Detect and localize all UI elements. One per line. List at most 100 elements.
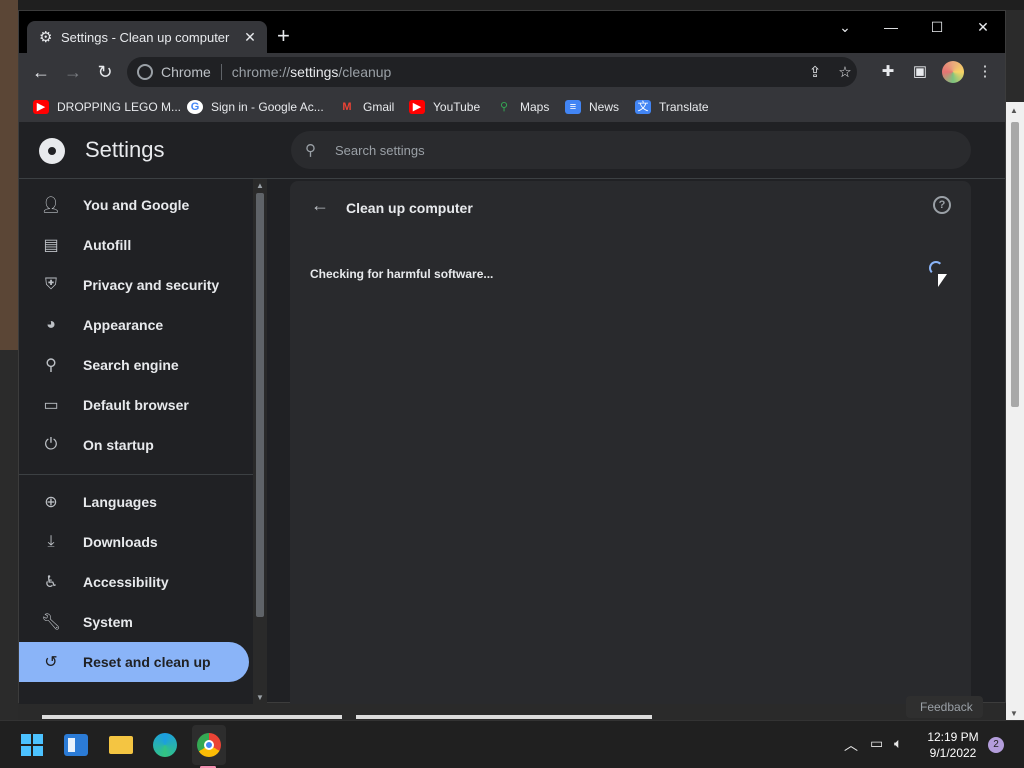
accessibility-icon: ♿︎ bbox=[43, 574, 59, 591]
url-host: settings bbox=[290, 64, 339, 80]
youtube-icon: ▶ bbox=[33, 100, 49, 114]
search-icon: ⚲ bbox=[305, 142, 316, 159]
forward-button[interactable]: → bbox=[61, 60, 85, 84]
scrollbar-thumb[interactable] bbox=[1011, 122, 1019, 407]
scroll-down-arrow-icon[interactable]: ▼ bbox=[1010, 709, 1018, 718]
globe-icon: ⊕ bbox=[44, 494, 58, 511]
search-icon: ⚲ bbox=[45, 357, 57, 374]
wrench-icon: 🔧︎ bbox=[40, 614, 62, 631]
extensions-puzzle-icon[interactable]: ✚ bbox=[878, 62, 898, 80]
minimize-button[interactable]: — bbox=[869, 15, 913, 39]
taskbar: ︿ ▭ 🔈︎ 12:19 PM 9/1/2022 2 bbox=[0, 720, 1024, 768]
bookmark-news[interactable]: ≡ News bbox=[565, 97, 619, 117]
power-icon: ⏻ bbox=[44, 436, 58, 453]
sidebar-item-label: Default browser bbox=[83, 397, 189, 413]
url-text[interactable]: chrome://settings/cleanup bbox=[232, 64, 392, 80]
sidebar-item-downloads[interactable]: ⤓ Downloads bbox=[19, 522, 249, 562]
edge-button[interactable] bbox=[151, 731, 179, 759]
url-path: /cleanup bbox=[338, 64, 392, 80]
bookmark-label: YouTube bbox=[433, 100, 481, 114]
scroll-down-arrow-icon[interactable]: ▼ bbox=[256, 693, 264, 702]
scroll-up-arrow-icon[interactable]: ▲ bbox=[1010, 106, 1018, 115]
sidebar-item-default-browser[interactable]: ▭ Default browser bbox=[19, 385, 249, 425]
bookmark-star-icon[interactable]: ☆ bbox=[835, 63, 855, 81]
sidebar-item-search-engine[interactable]: ⚲ Search engine bbox=[19, 345, 249, 385]
sidebar-item-label: Autofill bbox=[83, 237, 132, 253]
bookmark-label: Sign in - Google Ac... bbox=[211, 100, 324, 114]
sidebar-item-reset-and-clean-up[interactable]: ↺ Reset and clean up bbox=[19, 642, 249, 682]
back-button[interactable]: ← bbox=[29, 60, 53, 84]
translate-icon: 文 bbox=[635, 100, 651, 114]
settings-sidebar: 👤︎ You and Google ▤ Autofill ⛨ Privacy a… bbox=[19, 179, 253, 704]
tab-settings[interactable]: ⚙ Settings - Clean up computer ✕ bbox=[27, 21, 267, 53]
start-button[interactable] bbox=[18, 731, 46, 759]
sidebar-item-label: Reset and clean up bbox=[83, 654, 211, 670]
sidebar-scrollbar[interactable]: ▲ ▼ bbox=[253, 179, 267, 704]
address-bar[interactable]: Chrome chrome://settings/cleanup ⇪ ☆ bbox=[127, 57, 857, 87]
background-window-scrollbar[interactable]: ▲ ▼ bbox=[1006, 102, 1024, 720]
bookmark-youtube[interactable]: ▶ YouTube bbox=[409, 97, 480, 117]
close-window-button[interactable]: ✕ bbox=[961, 15, 1005, 39]
bookmark-translate[interactable]: 文 Translate bbox=[635, 97, 709, 117]
sidebar-item-label: You and Google bbox=[83, 197, 190, 213]
bookmark-google-signin[interactable]: G Sign in - Google Ac... bbox=[187, 97, 324, 117]
feedback-button[interactable]: Feedback bbox=[906, 696, 983, 718]
background-wallpaper bbox=[0, 0, 18, 350]
menu-kebab-icon[interactable]: ⋮ bbox=[975, 62, 995, 80]
network-icon[interactable]: ▭ bbox=[870, 735, 883, 752]
profile-avatar[interactable] bbox=[942, 61, 964, 83]
download-icon: ⤓ bbox=[47, 533, 55, 550]
help-icon[interactable]: ? bbox=[933, 196, 951, 214]
section-title: Clean up computer bbox=[346, 200, 473, 216]
chrome-window: ⚙ Settings - Clean up computer ✕ + ⌄ — ☐… bbox=[18, 10, 1006, 704]
sidebar-item-label: Search engine bbox=[83, 357, 179, 373]
sidebar-item-accessibility[interactable]: ♿︎ Accessibility bbox=[19, 562, 249, 602]
sidebar-item-autofill[interactable]: ▤ Autofill bbox=[19, 225, 249, 265]
bookmark-gmail[interactable]: M Gmail bbox=[339, 97, 394, 117]
system-clock[interactable]: 12:19 PM 9/1/2022 bbox=[922, 729, 984, 761]
sidebar-item-languages[interactable]: ⊕ Languages bbox=[19, 482, 249, 522]
bookmark-dropping-lego[interactable]: ▶ DROPPING LEGO M... bbox=[33, 97, 181, 117]
back-arrow-button[interactable]: ← bbox=[308, 195, 332, 216]
cleanup-card: ← Clean up computer ? Checking for harmf… bbox=[290, 181, 971, 704]
bookmark-maps[interactable]: ⚲ Maps bbox=[496, 97, 549, 117]
chrome-icon bbox=[197, 733, 221, 757]
tab-title: Settings - Clean up computer bbox=[61, 29, 230, 45]
widgets-icon bbox=[64, 734, 88, 756]
clock-date: 9/1/2022 bbox=[929, 746, 977, 760]
share-icon[interactable]: ⇪ bbox=[805, 63, 825, 81]
volume-icon[interactable]: 🔈︎ bbox=[894, 735, 902, 752]
sidebar-divider bbox=[19, 474, 253, 475]
widgets-button[interactable] bbox=[62, 731, 90, 759]
sidebar-item-appearance[interactable]: ◕ Appearance bbox=[19, 305, 249, 345]
chrome-logo-icon bbox=[39, 138, 65, 164]
reload-button[interactable]: ↻ bbox=[93, 60, 117, 84]
side-panel-icon[interactable]: ▣ bbox=[910, 62, 930, 80]
sidebar-item-you-and-google[interactable]: 👤︎ You and Google bbox=[19, 185, 249, 225]
file-explorer-button[interactable] bbox=[107, 731, 135, 759]
url-scheme: chrome:// bbox=[231, 64, 291, 80]
sidebar-item-system[interactable]: 🔧︎ System bbox=[19, 602, 249, 642]
background-bar bbox=[42, 715, 342, 719]
sidebar-item-privacy[interactable]: ⛨ Privacy and security bbox=[19, 265, 249, 305]
loading-spinner-icon bbox=[929, 261, 943, 275]
scroll-up-arrow-icon[interactable]: ▲ bbox=[256, 181, 264, 190]
background-top bbox=[0, 0, 1024, 10]
bookmark-label: Translate bbox=[659, 100, 709, 114]
gear-icon: ⚙ bbox=[39, 29, 53, 46]
bookmark-label: DROPPING LEGO M... bbox=[57, 100, 182, 114]
chevron-up-icon[interactable]: ︿ bbox=[844, 735, 858, 755]
sidebar-item-on-startup[interactable]: ⏻ On startup bbox=[19, 425, 249, 465]
sidebar-item-label: Accessibility bbox=[83, 574, 169, 590]
gmail-icon: M bbox=[342, 101, 352, 113]
notification-badge[interactable]: 2 bbox=[988, 737, 1004, 753]
tab-close-button[interactable]: ✕ bbox=[243, 29, 257, 46]
settings-search[interactable]: ⚲ bbox=[291, 131, 971, 169]
chrome-taskbar-button[interactable] bbox=[195, 731, 223, 759]
new-tab-button[interactable]: + bbox=[277, 25, 290, 47]
search-input[interactable] bbox=[335, 142, 935, 158]
tab-strip: ⚙ Settings - Clean up computer ✕ + ⌄ — ☐… bbox=[19, 11, 1005, 53]
scrollbar-thumb[interactable] bbox=[256, 193, 264, 617]
maximize-button[interactable]: ☐ bbox=[915, 15, 959, 39]
tab-search-button[interactable]: ⌄ bbox=[823, 15, 867, 39]
